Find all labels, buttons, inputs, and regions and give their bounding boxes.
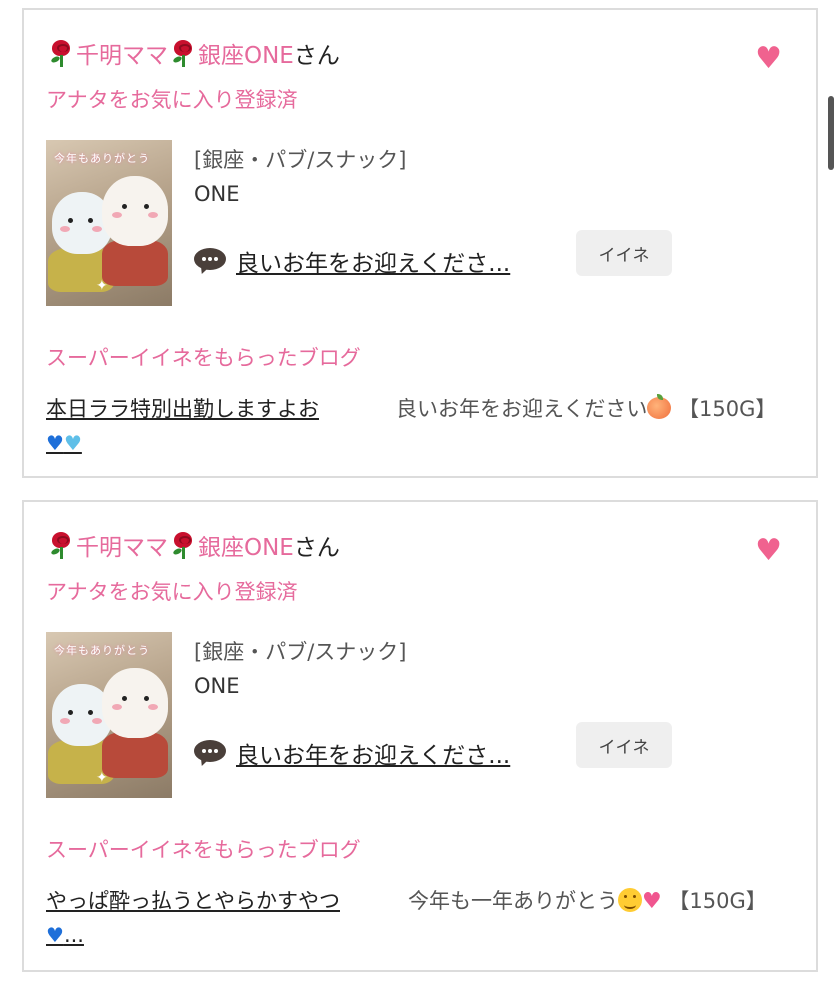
blue-heart-icon: ♥ [46, 923, 64, 947]
thumbnail-banner: 今年もありがとう [54, 152, 150, 165]
user-name-part1: 千明ママ [76, 535, 168, 561]
blog-title-text: 本日ララ特別出勤しますよお [46, 397, 319, 421]
blog-comment-text: 今年も一年ありがとう [408, 889, 618, 913]
speech-bubble-icon [194, 740, 226, 768]
user-name-part2: 銀座ONE [198, 535, 294, 561]
heart-icon[interactable]: ♥ [755, 536, 782, 566]
post-thumbnail[interactable]: 今年もありがとう ✦ [46, 632, 172, 798]
comment-link[interactable]: 良いお年をお迎えくださ... [236, 244, 510, 278]
favorite-status: アナタをお気に入り登録済 [46, 88, 298, 112]
blog-comment-suffix: 【150G】 [678, 397, 777, 421]
rose-icon [170, 38, 196, 68]
super-iine-heading: スーパーイイネをもらったブログ [46, 838, 361, 862]
smiling-face-icon [618, 888, 642, 912]
user-name-suffix: さん [293, 43, 340, 69]
user-name-link[interactable]: 千明ママ 銀座ONE さん [46, 528, 340, 562]
blog-title-text: やっぱ酔っ払うとやらかすやつ [46, 889, 340, 913]
comment-row: 良いお年をお迎えくださ... [194, 736, 510, 770]
blue-heart-icon: ♥ [46, 431, 64, 455]
user-name-suffix: さん [293, 535, 340, 561]
sparkle-icon: ✦ [96, 770, 108, 786]
heart-icon[interactable]: ♥ [755, 44, 782, 74]
shop-category: [銀座・パブ/スナック] [194, 640, 407, 664]
user-name-part2: 銀座ONE [198, 43, 294, 69]
peach-icon [647, 394, 672, 419]
light-blue-heart-icon: ♥ [63, 431, 82, 455]
scrollbar[interactable] [828, 96, 834, 170]
shop-category: [銀座・パブ/スナック] [194, 148, 407, 172]
growing-heart-icon: ♥ [642, 889, 662, 914]
blog-title-link[interactable]: 本日ララ特別出勤しますよお ♥♥ [46, 392, 381, 460]
iine-button[interactable]: イイネ [576, 722, 672, 768]
super-iine-heading: スーパーイイネをもらったブログ [46, 346, 361, 370]
blog-comment-text: 良いお年をお迎えください [396, 397, 648, 421]
shop-name: ONE [194, 674, 240, 698]
favorite-status: アナタをお気に入り登録済 [46, 580, 298, 604]
user-name-link[interactable]: 千明ママ 銀座ONE さん [46, 36, 340, 70]
blog-title-link[interactable]: やっぱ酔っ払うとやらかすやつ ♥... [46, 884, 381, 952]
sparkle-icon: ✦ [96, 278, 108, 294]
thumbnail-banner: 今年もありがとう [54, 644, 150, 657]
blog-comment: 今年も一年ありがとう ♥ 【150G】 [408, 884, 800, 919]
iine-button[interactable]: イイネ [576, 230, 672, 276]
post-card: 千明ママ 銀座ONE さん ♥ アナタをお気に入り登録済 今年もありがとう ✦ … [22, 500, 818, 972]
blog-comment-suffix: 【150G】 [668, 889, 767, 913]
rose-icon [48, 530, 74, 560]
comment-row: 良いお年をお迎えくださ... [194, 244, 510, 278]
user-name-part1: 千明ママ [76, 43, 168, 69]
shop-name: ONE [194, 182, 240, 206]
blog-title-tail: ... [63, 923, 84, 947]
rose-icon [170, 530, 196, 560]
post-card: 千明ママ 銀座ONE さん ♥ アナタをお気に入り登録済 今年もありがとう ✦ … [22, 8, 818, 478]
comment-link[interactable]: 良いお年をお迎えくださ... [236, 736, 510, 770]
blog-comment: 良いお年をお迎えください 【150G】 [396, 392, 800, 426]
post-thumbnail[interactable]: 今年もありがとう ✦ [46, 140, 172, 306]
speech-bubble-icon [194, 248, 226, 276]
rose-icon [48, 38, 74, 68]
